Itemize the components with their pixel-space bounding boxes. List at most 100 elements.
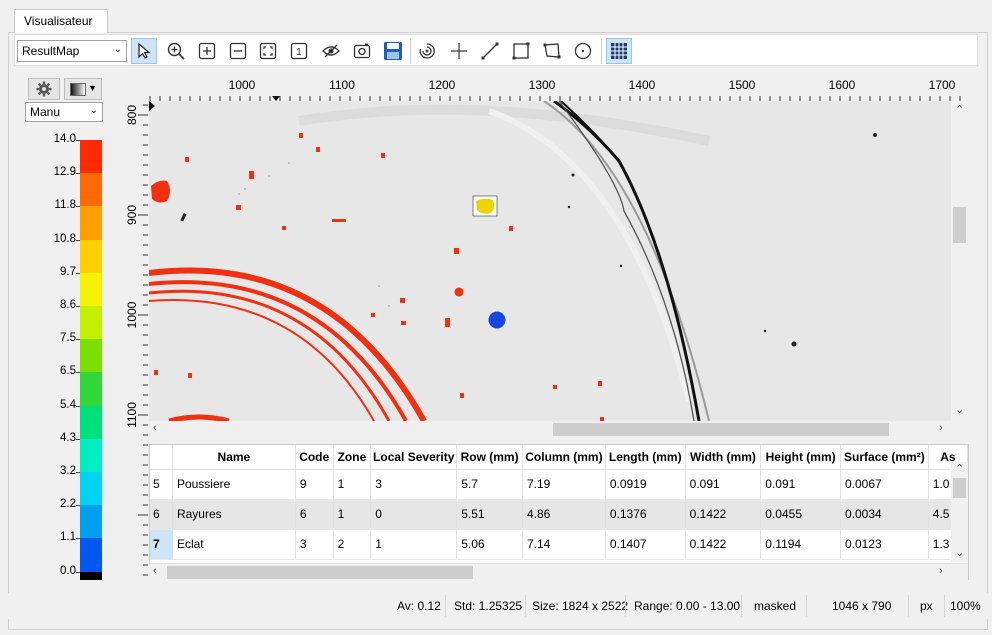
scroll-left-icon[interactable]: ‹ — [153, 565, 157, 577]
column-header[interactable]: Height (mm) — [760, 445, 841, 470]
image-vertical-scrollbar[interactable]: ⌃ ⌄ — [951, 101, 968, 421]
zoom-in-button[interactable] — [163, 38, 189, 64]
scale-mode-select[interactable]: Manu ⌄ — [25, 102, 103, 122]
scroll-right-icon[interactable]: › — [939, 565, 943, 577]
hide-icon — [322, 44, 340, 58]
snapshot-button[interactable] — [349, 38, 375, 64]
scale-swatch — [80, 206, 102, 241]
table-cell[interactable]: 5.06 — [456, 529, 523, 560]
table-cell[interactable]: 0.091 — [685, 469, 762, 500]
rectangle-button[interactable] — [508, 38, 534, 64]
table-cell[interactable]: 6 — [295, 499, 334, 530]
row-number[interactable]: 6 — [150, 499, 173, 530]
table-cell[interactable]: 9 — [295, 469, 334, 500]
image-horizontal-scrollbar[interactable]: ‹ › — [149, 421, 968, 438]
grid-button[interactable] — [606, 38, 632, 64]
tab-visualisateur[interactable]: Visualisateur — [14, 9, 108, 33]
scroll-left-icon[interactable]: ‹ — [153, 422, 157, 434]
table-cell[interactable]: 0.0123 — [840, 529, 929, 560]
fit-button[interactable] — [255, 38, 281, 64]
column-header[interactable] — [150, 445, 173, 470]
tab-bar — [0, 0, 992, 34]
table-cell[interactable]: 5.7 — [456, 469, 523, 500]
table-row[interactable]: 7 Eclat 3 2 1 5.06 7.14 0.1407 0.1422 0.1194 0.012… — [150, 529, 968, 560]
table-cell[interactable]: 0.1376 — [605, 499, 686, 530]
table-cell[interactable]: Poussiere — [172, 469, 296, 500]
hide-overlay-button[interactable] — [318, 38, 344, 64]
table-cell[interactable]: 2 — [333, 529, 372, 560]
scroll-up-icon[interactable]: ⌃ — [955, 462, 964, 475]
table-cell[interactable]: 0 — [370, 499, 458, 530]
table-row[interactable]: 6 Rayures 6 1 0 5.51 4.86 0.1376 0.1422 0.0455 0.0… — [150, 499, 968, 530]
column-header[interactable]: Code — [295, 445, 334, 470]
ruler-label: 1000 — [125, 301, 139, 328]
table-cell[interactable]: 7.14 — [522, 529, 606, 560]
polygon-button[interactable] — [539, 38, 565, 64]
status-average: Av: 0.12 — [397, 599, 441, 613]
table-cell[interactable]: 0.091 — [760, 469, 841, 500]
table-cell[interactable]: Eclat — [172, 529, 296, 560]
zoom-minus-button[interactable] — [225, 38, 251, 64]
table-cell[interactable]: 4.86 — [522, 499, 606, 530]
circle-button[interactable] — [570, 38, 596, 64]
column-header[interactable]: Surface (mm²) — [840, 445, 929, 470]
table-cell[interactable]: 0.0919 — [605, 469, 686, 500]
table-cell[interactable]: 0.1407 — [605, 529, 686, 560]
column-header[interactable]: Local Severity — [370, 445, 458, 470]
scroll-down-icon[interactable]: ⌄ — [955, 546, 964, 559]
scrollbar-thumb[interactable] — [953, 207, 966, 243]
column-header[interactable]: Row (mm) — [456, 445, 523, 470]
save-button[interactable] — [380, 38, 406, 64]
map-select[interactable]: ResultMap ⌄ — [17, 40, 127, 62]
column-header[interactable]: Name — [172, 445, 296, 470]
table-horizontal-scrollbar[interactable]: ‹ › — [149, 563, 968, 580]
settings-button[interactable] — [28, 78, 60, 100]
scrollbar-thumb[interactable] — [953, 478, 966, 498]
table-vertical-scrollbar[interactable]: ⌃ ⌄ — [951, 462, 968, 562]
column-header[interactable]: Zone — [333, 445, 372, 470]
status-separator — [625, 595, 626, 617]
defects-table-grid: Name Code Zone Local Severity Row (mm) Column… — [150, 445, 968, 560]
table-cell[interactable]: 3 — [295, 529, 334, 560]
scroll-down-icon[interactable]: ⌄ — [955, 403, 964, 416]
scrollbar-thumb[interactable] — [553, 423, 889, 436]
column-header[interactable]: Width (mm) — [685, 445, 762, 470]
row-number[interactable]: 5 — [150, 469, 173, 500]
scroll-up-icon[interactable]: ⌃ — [955, 103, 964, 116]
image-view[interactable] — [149, 101, 951, 421]
table-row[interactable]: 5 Poussiere 9 1 3 5.7 7.19 0.0919 0.091 0.091 0.00… — [150, 469, 968, 500]
scroll-right-icon[interactable]: › — [939, 422, 943, 434]
table-cell[interactable]: 3 — [370, 469, 458, 500]
table-cell[interactable]: 0.0034 — [840, 499, 929, 530]
scale-swatch — [80, 339, 102, 373]
table-cell[interactable]: 0.1422 — [685, 529, 762, 560]
crosshair-button[interactable] — [446, 38, 472, 64]
scale-label: 14.0 — [53, 133, 76, 145]
table-cell[interactable]: 1 — [333, 469, 372, 500]
scale-mode-value: Manu — [30, 105, 61, 119]
scrollbar-thumb[interactable] — [167, 566, 473, 579]
table-cell[interactable]: 5.51 — [456, 499, 523, 530]
column-header[interactable]: Length (mm) — [605, 445, 686, 470]
ruler-label: 1100 — [329, 78, 355, 92]
table-cell[interactable]: 0.0455 — [760, 499, 841, 530]
scale-label: 6.5 — [60, 365, 76, 378]
scale-label: 8.6 — [60, 299, 76, 311]
row-number[interactable]: 7 — [150, 529, 173, 560]
table-cell[interactable]: 0.1422 — [685, 499, 762, 530]
column-header[interactable]: Column (mm) — [522, 445, 606, 470]
table-cell[interactable]: 0.1194 — [760, 529, 841, 560]
gear-icon — [36, 81, 52, 97]
table-cell[interactable]: 1 — [370, 529, 458, 560]
colormap-button[interactable]: ▼ — [64, 78, 102, 100]
pointer-tool-button[interactable] — [131, 38, 157, 64]
pointer-icon — [138, 42, 151, 59]
target-button[interactable] — [414, 38, 440, 64]
table-cell[interactable]: 7.19 — [522, 469, 606, 500]
table-cell[interactable]: Rayures — [172, 499, 296, 530]
zoom-plus-button[interactable] — [194, 38, 220, 64]
table-cell[interactable]: 1 — [333, 499, 372, 530]
actual-size-button[interactable]: 1 — [286, 38, 312, 64]
table-cell[interactable]: 0.0067 — [840, 469, 929, 500]
line-button[interactable] — [477, 38, 503, 64]
